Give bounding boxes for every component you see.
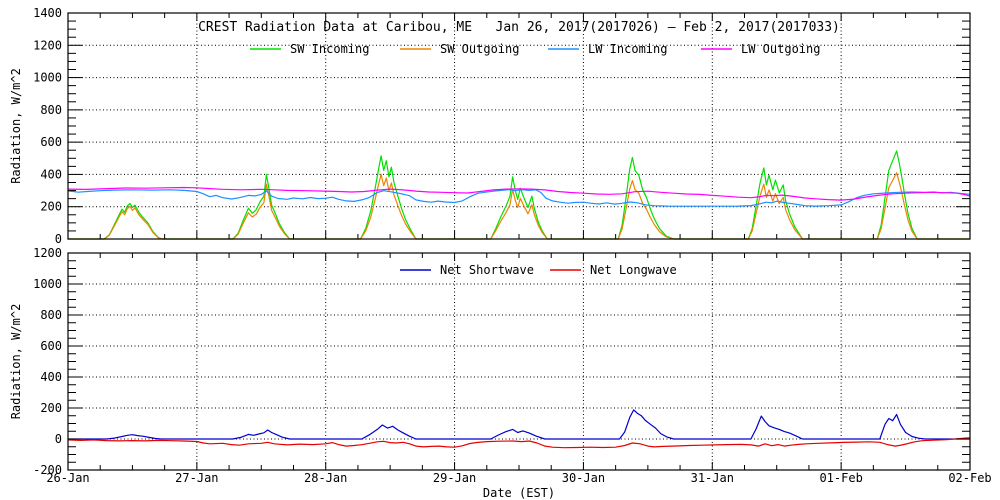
x-tick-label: 28-Jan [304, 471, 347, 485]
legend-label-net-longwave: Net Longwave [590, 263, 677, 277]
radiation-chart-svg: 0 200 400 600 800 1000 1200 1400 Radiation, W/m^… [9, 6, 992, 500]
x-tick-label: 31-Jan [691, 471, 734, 485]
net-radiation-panel: -200020040060080010001200Radiation, W/m^… [9, 246, 992, 500]
y-tick-label: 1200 [33, 246, 62, 260]
gridlines [68, 253, 970, 470]
y-tick-label: 1200 [33, 38, 62, 52]
series-sw-incoming [68, 150, 970, 240]
x-tick-label: 02-Feb [948, 471, 991, 485]
legend: SW Incoming SW Outgoing LW Incoming LW Outg… [250, 42, 820, 56]
y-tick-label: 0 [55, 432, 62, 446]
y-tick-label: 1000 [33, 71, 62, 85]
y-tick-label: 400 [40, 370, 62, 384]
legend-label-net-shortwave: Net Shortwave [440, 263, 534, 277]
y-tick-label: 800 [40, 103, 62, 117]
y-tick-label: 200 [40, 200, 62, 214]
plot-frame [67, 252, 971, 471]
series-net-shortwave [68, 409, 970, 440]
x-tick-label: 30-Jan [562, 471, 605, 485]
legend-label-sw-outgoing: SW Outgoing [440, 42, 519, 56]
axis-ticks [67, 252, 971, 471]
y-tick-label: 0 [55, 232, 62, 246]
y-axis-label: Radiation, W/m^2 [9, 304, 23, 420]
x-tick-label: 29-Jan [433, 471, 476, 485]
y-tick-label: 800 [40, 308, 62, 322]
x-tick-label: 27-Jan [175, 471, 218, 485]
y-tick-label: 1000 [33, 277, 62, 291]
x-tick-label: 01-Feb [819, 471, 862, 485]
legend-label-lw-outgoing: LW Outgoing [741, 42, 820, 56]
legend-label-sw-incoming: SW Incoming [290, 42, 369, 56]
y-tick-label: 600 [40, 339, 62, 353]
y-axis-label: Radiation, W/m^2 [9, 68, 23, 184]
x-tick-label: 26-Jan [46, 471, 89, 485]
y-tick-label: 200 [40, 401, 62, 415]
legend: Net Shortwave Net Longwave [400, 263, 677, 277]
y-tick-label: 1400 [33, 6, 62, 20]
legend-label-lw-incoming: LW Incoming [588, 42, 667, 56]
y-tick-label: 400 [40, 167, 62, 181]
x-axis-label: Date (EST) [483, 486, 555, 500]
radiation-components-panel: 0 200 400 600 800 1000 1200 1400 Radiation, W/m^… [9, 6, 971, 246]
chart-title: CREST Radiation Data at Caribou, ME Jan … [198, 20, 840, 35]
radiation-figure: 0 200 400 600 800 1000 1200 1400 Radiation, W/m^… [0, 0, 1000, 500]
y-tick-label: 600 [40, 135, 62, 149]
